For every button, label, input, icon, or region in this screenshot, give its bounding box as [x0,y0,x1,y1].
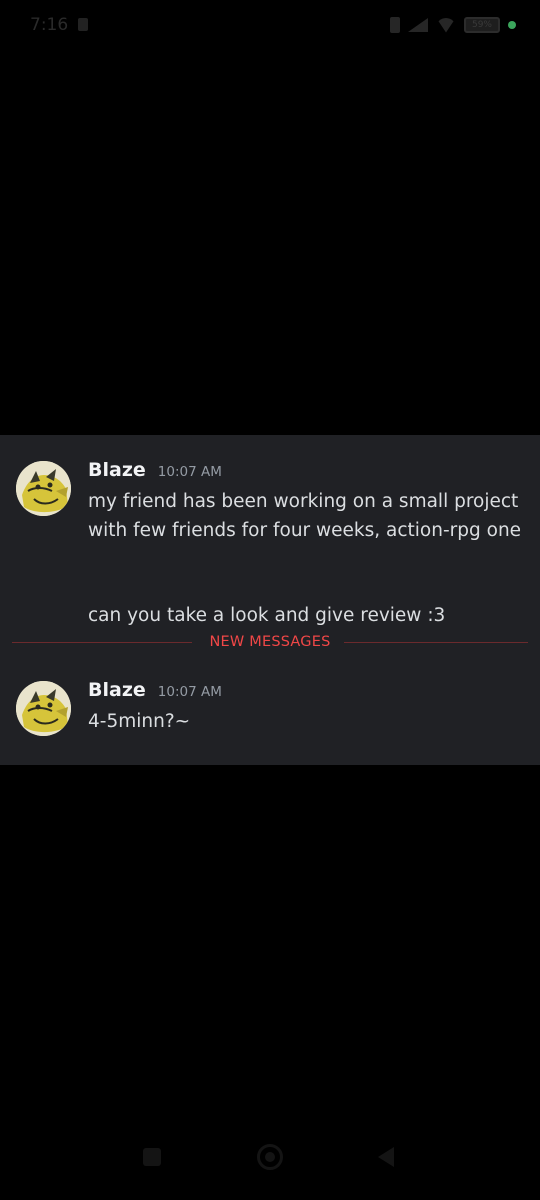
recents-icon[interactable] [143,1148,161,1166]
status-time: 7:16 [30,15,69,35]
message-header: Blaze 10:07 AM [88,679,222,701]
bluetooth-icon [390,17,400,33]
message-text: can you take a look and give review :3 [88,605,446,626]
message-timestamp: 10:07 AM [157,464,222,480]
home-icon-inner [265,1152,275,1162]
author-name[interactable]: Blaze [88,679,146,701]
divider-line [344,642,528,643]
back-icon[interactable] [378,1147,394,1167]
message-text: 4-5minn?~ [88,711,191,732]
message-header: Blaze 10:07 AM [88,459,222,481]
message-panel: Blaze 10:07 AM my friend has been workin… [0,435,540,765]
author-name[interactable]: Blaze [88,459,146,481]
status-bar: 7:16 59% [0,0,540,52]
signal-icon [408,18,428,32]
nav-bar [0,1130,540,1200]
sim-icon [78,18,88,31]
status-dot [508,21,516,29]
battery-icon: 59% [464,17,500,33]
message-text: my friend has been working on a small pr… [88,491,522,541]
wifi-icon [436,17,456,33]
new-messages-divider: NEW MESSAGES [12,631,528,653]
home-icon[interactable] [257,1144,283,1170]
avatar[interactable] [16,461,71,516]
avatar-image [16,461,71,516]
message-timestamp: 10:07 AM [157,684,222,700]
battery-level: 59% [471,20,492,30]
avatar-image [16,681,71,736]
avatar[interactable] [16,681,71,736]
status-icons: 59% [390,16,516,34]
